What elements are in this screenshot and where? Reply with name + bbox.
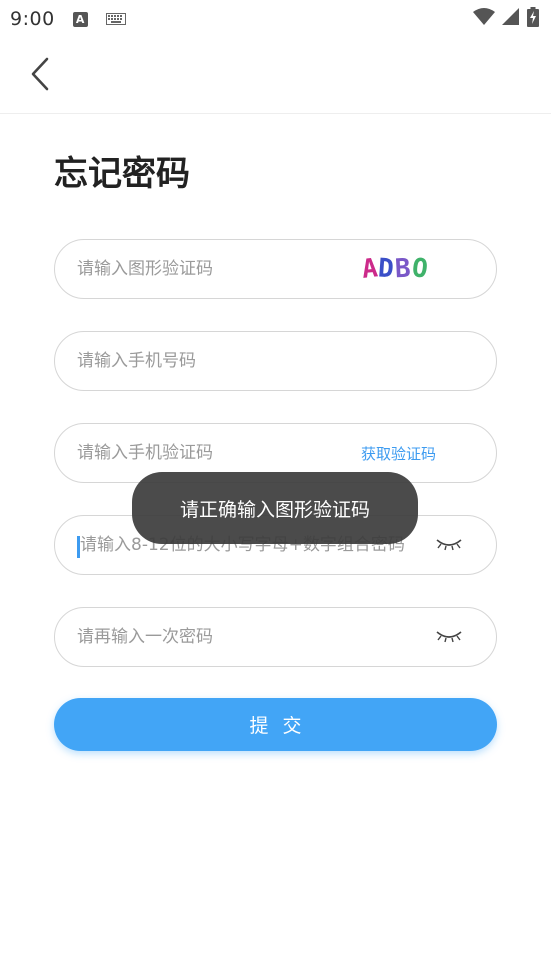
keyboard-icon — [105, 10, 126, 29]
status-left: 9:00 A — [10, 8, 126, 30]
signal-icon — [502, 8, 520, 30]
status-bar: 9:00 A — [0, 0, 551, 38]
back-button[interactable] — [22, 56, 58, 96]
get-code-button[interactable]: 获取验证码 — [361, 443, 436, 464]
page-title: 忘记密码 — [54, 154, 190, 194]
captcha-char: D — [377, 253, 397, 285]
battery-charging-icon — [527, 7, 539, 31]
captcha-char: O — [409, 253, 431, 285]
phone-field — [54, 331, 497, 391]
toast-message: 请正确输入图形验证码 — [132, 472, 418, 544]
eye-closed-icon — [435, 536, 463, 555]
confirm-password-visibility-toggle[interactable] — [434, 627, 464, 647]
text-caret — [77, 536, 80, 558]
confirm-password-input[interactable] — [77, 627, 434, 647]
password-visibility-toggle[interactable] — [434, 535, 464, 555]
sms-code-input[interactable] — [77, 443, 361, 463]
a-notification-icon: A — [72, 11, 88, 27]
wifi-icon — [473, 8, 495, 30]
eye-closed-icon — [435, 628, 463, 647]
captcha-field: ADBO — [54, 239, 497, 299]
submit-button[interactable]: 提交 — [54, 698, 497, 751]
chevron-left-icon — [30, 57, 50, 95]
confirm-password-field — [54, 607, 497, 667]
nav-bar — [0, 38, 551, 114]
captcha-input[interactable] — [77, 259, 340, 279]
captcha-image[interactable]: ADBO — [340, 249, 450, 289]
phone-input[interactable] — [77, 351, 474, 371]
status-right — [473, 7, 539, 31]
status-time: 9:00 — [10, 8, 55, 30]
